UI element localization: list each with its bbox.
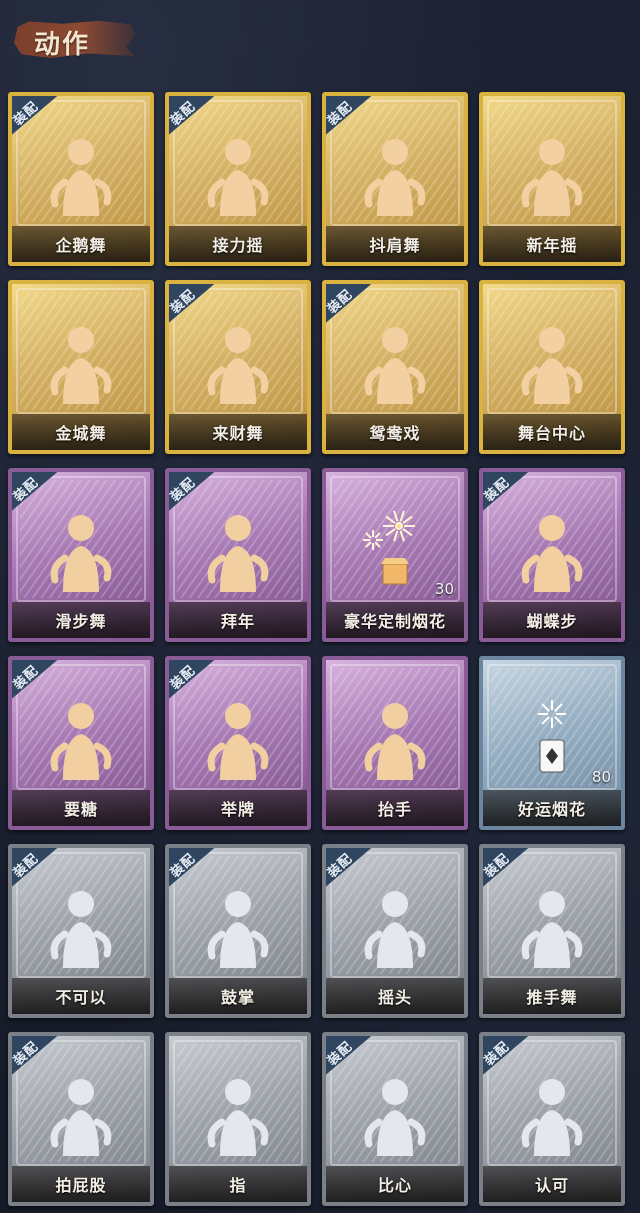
- raise-hand-icon: [355, 694, 435, 784]
- emote-label: 举牌: [220, 800, 255, 819]
- emote-label: 好运烟花: [517, 800, 586, 819]
- emote-label: 来财舞: [212, 424, 264, 443]
- emote-card[interactable]: 拜年 装配: [165, 468, 311, 642]
- emote-label: 鼓掌: [220, 988, 255, 1007]
- new-year-greeting-icon: [198, 506, 278, 596]
- emote-card[interactable]: 举牌 装配: [165, 656, 311, 830]
- emote-label: 要糖: [63, 800, 98, 819]
- emote-card[interactable]: 30 豪华定制烟花: [322, 468, 468, 642]
- emote-label: 比心: [377, 1176, 412, 1195]
- emote-label: 指: [229, 1176, 247, 1195]
- emote-card[interactable]: 鸳鸯戏 装配: [322, 280, 468, 454]
- emote-card[interactable]: 要糖 装配: [8, 656, 154, 830]
- card-label-bar: 好运烟花: [483, 790, 621, 826]
- card-label-bar: 推手舞: [483, 978, 621, 1014]
- push-hand-dance-icon: [512, 882, 592, 972]
- center-stage-icon: [512, 318, 592, 408]
- emote-label: 认可: [534, 1176, 569, 1195]
- lucky-fireworks-icon: [512, 694, 592, 784]
- emote-label: 蝴蝶步: [526, 612, 578, 631]
- card-label-bar: 摇头: [326, 978, 464, 1014]
- card-label-bar: 鼓掌: [169, 978, 307, 1014]
- new-year-shake-icon: [512, 130, 592, 220]
- emote-card[interactable]: 蝴蝶步 装配: [479, 468, 625, 642]
- emote-card[interactable]: 认可 装配: [479, 1032, 625, 1206]
- card-label-bar: 企鹅舞: [12, 226, 150, 262]
- card-label-bar: 认可: [483, 1166, 621, 1202]
- emote-label: 拍屁股: [55, 1176, 107, 1195]
- emote-label: 金城舞: [55, 424, 107, 443]
- card-label-bar: 来财舞: [169, 414, 307, 450]
- card-label-bar: 新年摇: [483, 226, 621, 262]
- card-label-bar: 拍屁股: [12, 1166, 150, 1202]
- penguin-dance-icon: [41, 130, 121, 220]
- card-label-bar: 鸳鸯戏: [326, 414, 464, 450]
- slide-dance-icon: [41, 506, 121, 596]
- card-label-bar: 抖肩舞: [326, 226, 464, 262]
- emote-card[interactable]: 接力摇 装配: [165, 92, 311, 266]
- emote-card[interactable]: 比心 装配: [322, 1032, 468, 1206]
- card-label-bar: 接力摇: [169, 226, 307, 262]
- emote-card[interactable]: 来财舞 装配: [165, 280, 311, 454]
- emote-label: 拜年: [220, 612, 255, 631]
- card-label-bar: 豪华定制烟花: [326, 602, 464, 638]
- butt-slap-icon: [41, 1070, 121, 1160]
- card-label-bar: 不可以: [12, 978, 150, 1014]
- card-label-bar: 比心: [326, 1166, 464, 1202]
- item-count: 80: [591, 768, 611, 786]
- card-label-bar: 蝴蝶步: [483, 602, 621, 638]
- emote-label: 抖肩舞: [369, 236, 421, 255]
- emote-label: 舞台中心: [517, 424, 586, 443]
- emote-card[interactable]: 新年摇: [479, 92, 625, 266]
- no-finger-icon: [41, 882, 121, 972]
- emote-label: 接力摇: [212, 236, 264, 255]
- thumbs-up-icon: [512, 1070, 592, 1160]
- emote-label: 滑步舞: [55, 612, 107, 631]
- emote-label: 推手舞: [526, 988, 578, 1007]
- emote-label: 豪华定制烟花: [343, 612, 446, 631]
- emote-label: 新年摇: [526, 236, 578, 255]
- shake-head-icon: [355, 882, 435, 972]
- hold-sign-icon: [198, 694, 278, 784]
- shoulder-shake-icon: [355, 130, 435, 220]
- emote-card[interactable]: 不可以 装配: [8, 844, 154, 1018]
- emote-card[interactable]: 抖肩舞 装配: [322, 92, 468, 266]
- card-label-bar: 金城舞: [12, 414, 150, 450]
- emote-card[interactable]: 舞台中心: [479, 280, 625, 454]
- finger-heart-icon: [355, 1070, 435, 1160]
- emote-label: 鸳鸯戏: [369, 424, 421, 443]
- card-label-bar: 要糖: [12, 790, 150, 826]
- emote-label: 抬手: [377, 800, 412, 819]
- emote-card[interactable]: 金城舞: [8, 280, 154, 454]
- emote-card[interactable]: 推手舞 装配: [479, 844, 625, 1018]
- card-label-bar: 举牌: [169, 790, 307, 826]
- emote-card[interactable]: 鼓掌 装配: [165, 844, 311, 1018]
- emote-grid: 企鹅舞 装配 接力摇 装配 抖肩舞 装配 新年摇 金城舞 来财舞 装配 鸳鸯戏 …: [0, 0, 640, 1213]
- emote-card[interactable]: 指: [165, 1032, 311, 1206]
- deluxe-fireworks-icon: [355, 506, 435, 596]
- point-icon: [198, 1070, 278, 1160]
- emote-card[interactable]: 摇头 装配: [322, 844, 468, 1018]
- card-label-bar: 抬手: [326, 790, 464, 826]
- emote-card[interactable]: 抬手: [322, 656, 468, 830]
- emote-label: 摇头: [377, 988, 412, 1007]
- emote-label: 企鹅舞: [55, 236, 107, 255]
- fortune-dance-icon: [198, 318, 278, 408]
- emote-card[interactable]: 拍屁股 装配: [8, 1032, 154, 1206]
- butterfly-step-icon: [512, 506, 592, 596]
- relay-shake-icon: [198, 130, 278, 220]
- ask-candy-icon: [41, 694, 121, 784]
- item-count: 30: [434, 580, 454, 598]
- card-label-bar: 滑步舞: [12, 602, 150, 638]
- emote-card[interactable]: 80 好运烟花: [479, 656, 625, 830]
- card-label-bar: 舞台中心: [483, 414, 621, 450]
- mandarin-duck-icon: [355, 318, 435, 408]
- golden-city-dance-icon: [41, 318, 121, 408]
- emote-label: 不可以: [55, 988, 107, 1007]
- emote-card[interactable]: 企鹅舞 装配: [8, 92, 154, 266]
- card-label-bar: 拜年: [169, 602, 307, 638]
- emote-card[interactable]: 滑步舞 装配: [8, 468, 154, 642]
- card-label-bar: 指: [169, 1166, 307, 1202]
- clap-icon: [198, 882, 278, 972]
